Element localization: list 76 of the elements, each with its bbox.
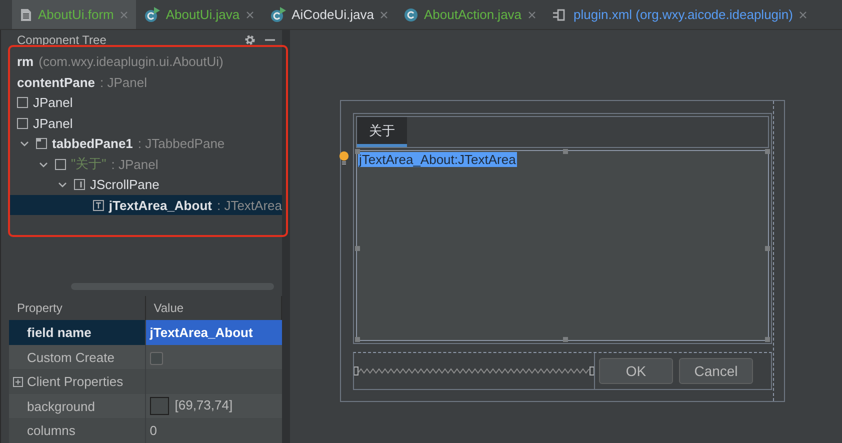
component-type: : JTextArea <box>216 198 282 213</box>
resize-handle[interactable] <box>765 149 770 154</box>
component-type: (com.wxy.ideaplugin.ui.AboutUi) <box>38 54 224 70</box>
tree-node[interactable]: JScrollPane <box>9 174 282 195</box>
dialog-button[interactable]: Cancel <box>679 358 753 384</box>
form-file-icon <box>20 8 32 22</box>
value-cell[interactable]: [69,73,74] <box>145 394 282 418</box>
tree-node[interactable]: JPanel <box>9 92 282 113</box>
component-label: jTextArea_About:JTextArea <box>358 152 517 167</box>
component-name: JPanel <box>33 116 73 131</box>
close-icon[interactable] <box>798 10 807 18</box>
class-icon <box>270 6 286 22</box>
scroll-pane-icon <box>74 179 85 190</box>
tree-node[interactable]: contentPane : JPanel <box>9 72 282 92</box>
tree-node[interactable]: tabbedPane1 : JTabbedPane <box>9 133 282 154</box>
expand-icon[interactable] <box>13 376 23 387</box>
component-name: JScrollPane <box>90 177 160 192</box>
close-icon[interactable] <box>246 10 254 18</box>
value-cell[interactable]: 0 <box>145 418 282 443</box>
resize-handle[interactable] <box>355 246 360 250</box>
lightbulb-icon[interactable] <box>339 151 349 165</box>
property-name: columns <box>27 423 76 438</box>
chevron-icon[interactable] <box>58 180 66 190</box>
value-cell[interactable] <box>145 344 282 370</box>
chevron-icon[interactable] <box>38 160 48 169</box>
tabbed-pane-icon <box>36 138 47 150</box>
editor-tab[interactable]: AboutAction.java <box>396 0 544 29</box>
close-icon[interactable] <box>120 10 128 18</box>
settings-icon[interactable] <box>244 34 256 46</box>
tree-node[interactable]: jTextArea_About : JTextArea <box>9 194 282 216</box>
editor-tab[interactable]: AboutUi.java <box>136 0 262 29</box>
resize-handle[interactable] <box>765 246 770 250</box>
panel-icon <box>17 97 28 108</box>
value-cell[interactable]: jTextArea_About <box>145 320 282 345</box>
property-name: background <box>27 398 95 414</box>
tree-node[interactable]: "关于" : JPanel <box>9 154 282 174</box>
column-header[interactable]: Property <box>9 296 146 320</box>
resize-handle[interactable] <box>355 149 360 154</box>
component-name: JPanel <box>33 95 73 110</box>
panel-title: Component Tree <box>17 32 108 47</box>
value-cell[interactable] <box>145 369 282 394</box>
editor-tab[interactable]: AiCodeUi.java <box>262 0 396 29</box>
resize-handle[interactable] <box>355 337 360 342</box>
component-name: contentPane <box>17 74 96 90</box>
close-icon[interactable] <box>528 10 536 18</box>
class-icon <box>404 8 418 22</box>
class-icon <box>144 6 160 22</box>
editor-tab[interactable]: plugin.xml (org.wxy.aicode.ideaplugin) <box>544 0 815 29</box>
chevron-icon[interactable] <box>20 139 28 148</box>
editor-tab[interactable]: AboutUi.form <box>12 0 136 29</box>
text-area[interactable]: jTextArea_About:JTextArea <box>356 150 769 341</box>
resize-handle[interactable] <box>765 337 770 342</box>
close-icon[interactable] <box>380 10 388 18</box>
property-name: Client Properties <box>27 374 124 390</box>
tree-node[interactable]: JPanel <box>9 112 282 134</box>
property-value[interactable]: [69,73,74] <box>174 398 233 413</box>
component-name: jTextArea_About <box>108 198 212 213</box>
component-name: rm <box>17 54 34 70</box>
resize-handle[interactable] <box>562 337 568 342</box>
component-type: : JPanel <box>100 74 147 90</box>
column-header[interactable]: Value <box>145 296 282 320</box>
component-type: : JPanel <box>111 156 158 172</box>
component-type: : JTabbedPane <box>138 136 225 152</box>
property-name: field name <box>27 325 92 340</box>
panel-icon <box>55 158 66 170</box>
panel-icon <box>17 118 28 129</box>
color-swatch[interactable] <box>150 397 169 416</box>
component-name: "关于" <box>71 155 106 174</box>
tree-node[interactable]: rm (com.wxy.ideaplugin.ui.AboutUi) <box>9 51 282 72</box>
dialog-button[interactable]: OK <box>599 358 673 384</box>
checkbox[interactable] <box>150 352 163 365</box>
component-name: tabbedPane1 <box>52 136 133 152</box>
text-area-icon <box>93 200 104 211</box>
form-tab[interactable]: 关于 <box>357 117 407 147</box>
resize-handle[interactable] <box>562 149 568 154</box>
property-name: Custom Create <box>27 350 114 365</box>
